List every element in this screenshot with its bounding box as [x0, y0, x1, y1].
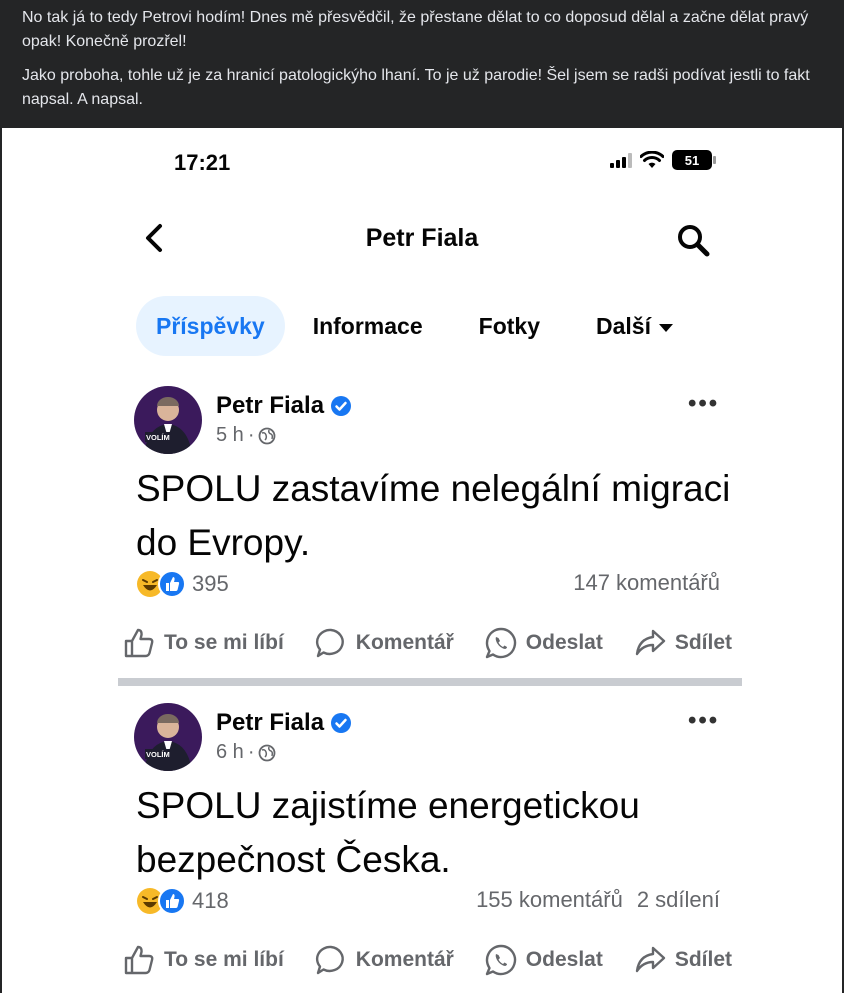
meta-dot: · — [247, 741, 255, 763]
share-label: Sdílet — [674, 948, 732, 971]
post-author[interactable]: Petr Fiala — [216, 709, 352, 737]
share-button[interactable]: Sdílet — [633, 943, 732, 977]
post-time: 5 h — [216, 424, 244, 446]
post-text: SPOLU zastavíme nelegální migraci do Evr… — [136, 468, 731, 563]
reaction-icons — [136, 887, 186, 915]
comment-label: Komentář — [355, 631, 454, 654]
page-title: Petr Fiala — [365, 224, 479, 252]
tab-more-label: Další — [595, 313, 651, 339]
phone-screenshot[interactable]: 17:21 51 Petr Fiala Příspěvky Informace … — [2, 128, 842, 993]
globe-icon — [259, 427, 276, 444]
share-count[interactable]: 2 sdílení — [637, 887, 720, 913]
share-button[interactable]: Sdílet — [633, 626, 732, 660]
status-icons: 51 — [610, 150, 716, 170]
verified-icon — [331, 713, 352, 733]
post-counts: 155 komentářů 2 sdílení — [476, 887, 720, 913]
comment-button[interactable]: Komentář — [314, 943, 454, 977]
post-meta: 6 h · — [216, 741, 276, 764]
more-options-button[interactable]: ••• — [688, 707, 719, 735]
tab-about[interactable]: Informace — [285, 296, 451, 356]
send-button[interactable]: Odeslat — [484, 943, 603, 977]
comment-count[interactable]: 155 komentářů — [476, 887, 623, 913]
like-icon — [158, 570, 186, 598]
author-name: Petr Fiala — [216, 709, 325, 736]
post-actions: To se mi líbí Komentář Odeslat Sdílet — [122, 943, 732, 977]
like-icon — [158, 887, 186, 915]
share-icon — [635, 629, 666, 656]
wifi-icon — [640, 151, 664, 168]
comment-label: Komentář — [355, 948, 454, 971]
send-label: Odeslat — [525, 631, 603, 654]
reaction-count: 395 — [192, 571, 229, 596]
post-meta: 5 h · — [216, 424, 276, 447]
share-label: Sdílet — [674, 631, 732, 654]
tab-posts[interactable]: Příspěvky — [136, 296, 285, 356]
post-paragraph-1: No tak já to tedy Petrovi hodím! Dnes mě… — [22, 9, 809, 50]
thumbs-up-icon — [124, 628, 154, 658]
whatsapp-icon — [485, 627, 516, 659]
caret-down-icon — [658, 323, 673, 332]
comment-icon — [315, 945, 344, 975]
battery-icon: 51 — [672, 150, 716, 170]
status-time: 17:21 — [174, 150, 231, 175]
more-options-button[interactable]: ••• — [688, 390, 719, 418]
send-label: Odeslat — [525, 948, 603, 971]
search-icon[interactable] — [674, 222, 714, 258]
verified-icon — [331, 396, 352, 416]
post-divider — [118, 678, 742, 686]
post-actions: To se mi líbí Komentář Odeslat Sdílet — [122, 626, 732, 660]
avatar[interactable]: VOLÍM — [134, 386, 202, 454]
like-button[interactable]: To se mi líbí — [122, 626, 284, 660]
profile-tabs: Příspěvky Informace Fotky Další — [136, 296, 701, 356]
tab-photos[interactable]: Fotky — [451, 296, 568, 356]
post-time: 6 h — [216, 741, 244, 763]
post-text: SPOLU zajistíme energetickou bezpečnost … — [136, 785, 640, 880]
like-button[interactable]: To se mi líbí — [122, 943, 284, 977]
post-paragraph-2: Jako proboha, tohle už je za hranicí pat… — [22, 67, 810, 108]
post-author[interactable]: Petr Fiala — [216, 392, 352, 420]
meta-dot: · — [247, 424, 255, 446]
tab-more[interactable]: Další — [568, 296, 701, 356]
share-icon — [635, 946, 666, 973]
like-label: To se mi líbí — [164, 631, 284, 654]
whatsapp-icon — [485, 944, 516, 976]
facebook-post-text: No tak já to tedy Petrovi hodím! Dnes mě… — [0, 0, 844, 128]
comment-icon — [315, 628, 344, 658]
thumbs-up-icon — [124, 945, 154, 975]
signal-icon — [610, 152, 632, 168]
comment-count[interactable]: 147 komentářů — [573, 570, 720, 596]
reaction-count: 418 — [192, 888, 229, 913]
svg-text:VOLÍM: VOLÍM — [146, 750, 170, 759]
like-label: To se mi líbí — [164, 948, 284, 971]
comment-button[interactable]: Komentář — [314, 626, 454, 660]
reactions-summary[interactable]: 418 — [136, 887, 229, 915]
reaction-icons — [136, 570, 186, 598]
svg-text:VOLÍM: VOLÍM — [146, 433, 170, 442]
send-button[interactable]: Odeslat — [484, 626, 603, 660]
avatar[interactable]: VOLÍM — [134, 703, 202, 771]
author-name: Petr Fiala — [216, 392, 325, 419]
post-counts: 147 komentářů — [573, 570, 720, 596]
reactions-summary[interactable]: 395 — [136, 570, 229, 598]
globe-icon — [259, 744, 276, 761]
